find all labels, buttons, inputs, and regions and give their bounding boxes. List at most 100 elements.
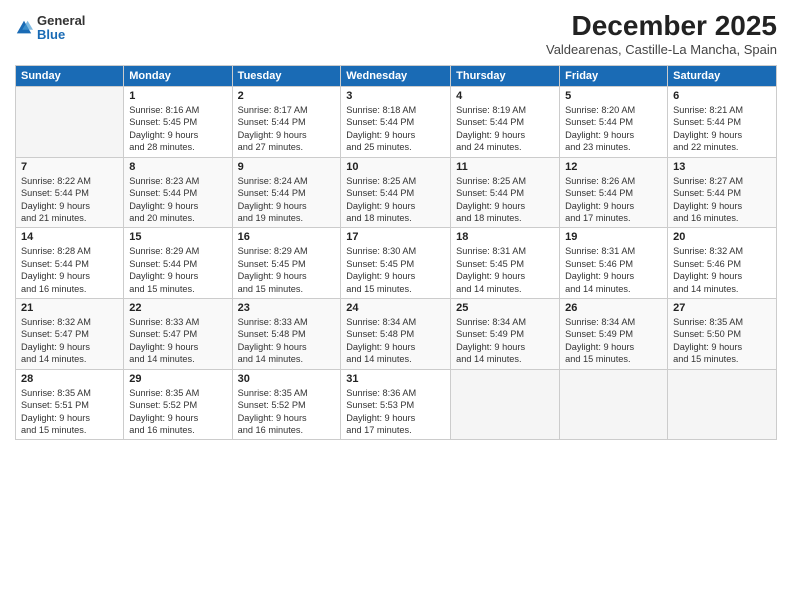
day-number: 27 [673, 302, 771, 314]
calendar-cell: 29Sunrise: 8:35 AM Sunset: 5:52 PM Dayli… [124, 369, 232, 440]
header: General Blue December 2025 Valdearenas, … [15, 10, 777, 57]
day-info: Sunrise: 8:34 AM Sunset: 5:48 PM Dayligh… [346, 316, 445, 366]
calendar-cell [668, 369, 777, 440]
day-info: Sunrise: 8:34 AM Sunset: 5:49 PM Dayligh… [565, 316, 662, 366]
logo-blue: Blue [37, 28, 85, 42]
day-info: Sunrise: 8:21 AM Sunset: 5:44 PM Dayligh… [673, 104, 771, 154]
day-number: 23 [238, 302, 336, 314]
day-number: 8 [129, 161, 226, 173]
day-info: Sunrise: 8:29 AM Sunset: 5:45 PM Dayligh… [238, 245, 336, 295]
calendar-cell: 15Sunrise: 8:29 AM Sunset: 5:44 PM Dayli… [124, 228, 232, 299]
day-number: 30 [238, 373, 336, 385]
day-info: Sunrise: 8:20 AM Sunset: 5:44 PM Dayligh… [565, 104, 662, 154]
calendar-cell: 5 Sunrise: 8:20 AM Sunset: 5:44 PM Daylig… [560, 87, 668, 158]
calendar-cell: 2 Sunrise: 8:17 AM Sunset: 5:44 PM Daylig… [232, 87, 341, 158]
calendar-cell: 4Sunrise: 8:19 AM Sunset: 5:44 PM Daylig… [451, 87, 560, 158]
calendar-cell [451, 369, 560, 440]
day-info: Sunrise: 8:26 AM Sunset: 5:44 PM Dayligh… [565, 175, 662, 225]
calendar-table: SundayMondayTuesdayWednesdayThursdayFrid… [15, 65, 777, 440]
calendar-cell [560, 369, 668, 440]
day-info: Sunrise: 8:33 AM Sunset: 5:48 PM Dayligh… [238, 316, 336, 366]
day-number: 22 [129, 302, 226, 314]
day-number: 11 [456, 161, 554, 173]
calendar-cell: 28 Sunrise: 8:35 AM Sunset: 5:51 PM Dayli… [16, 369, 124, 440]
calendar-cell: 6Sunrise: 8:21 AM Sunset: 5:44 PM Daylig… [668, 87, 777, 158]
day-number: 24 [346, 302, 445, 314]
day-number: 20 [673, 231, 771, 243]
day-info: Sunrise: 8:32 AM Sunset: 5:46 PM Dayligh… [673, 245, 771, 295]
calendar-cell: 18Sunrise: 8:31 AM Sunset: 5:45 PM Dayli… [451, 228, 560, 299]
day-number: 1 [129, 90, 226, 102]
day-number: 9 [238, 161, 336, 173]
day-info: Sunrise: 8:17 AM Sunset: 5:44 PM Dayligh… [238, 104, 336, 154]
main-title: December 2025 [546, 10, 777, 42]
calendar-cell: 24 Sunrise: 8:34 AM Sunset: 5:48 PM Dayli… [341, 299, 451, 370]
calendar-cell: 11 Sunrise: 8:25 AM Sunset: 5:44 PM Dayli… [451, 157, 560, 228]
calendar-week-4: 21 Sunrise: 8:32 AM Sunset: 5:47 PM Dayli… [16, 299, 777, 370]
calendar-cell: 27 Sunrise: 8:35 AM Sunset: 5:50 PM Dayli… [668, 299, 777, 370]
calendar-week-2: 7Sunrise: 8:22 AM Sunset: 5:44 PM Daylig… [16, 157, 777, 228]
calendar-cell: 16 Sunrise: 8:29 AM Sunset: 5:45 PM Dayli… [232, 228, 341, 299]
day-number: 5 [565, 90, 662, 102]
day-info: Sunrise: 8:23 AM Sunset: 5:44 PM Dayligh… [129, 175, 226, 225]
day-info: Sunrise: 8:36 AM Sunset: 5:53 PM Dayligh… [346, 387, 445, 437]
logo-general: General [37, 14, 85, 28]
calendar-cell [16, 87, 124, 158]
day-info: Sunrise: 8:35 AM Sunset: 5:50 PM Dayligh… [673, 316, 771, 366]
header-cell-monday: Monday [124, 66, 232, 87]
calendar-cell: 30 Sunrise: 8:35 AM Sunset: 5:52 PM Dayli… [232, 369, 341, 440]
day-info: Sunrise: 8:30 AM Sunset: 5:45 PM Dayligh… [346, 245, 445, 295]
day-info: Sunrise: 8:33 AM Sunset: 5:47 PM Dayligh… [129, 316, 226, 366]
calendar-cell: 31Sunrise: 8:36 AM Sunset: 5:53 PM Dayli… [341, 369, 451, 440]
header-cell-sunday: Sunday [16, 66, 124, 87]
day-info: Sunrise: 8:32 AM Sunset: 5:47 PM Dayligh… [21, 316, 118, 366]
page: General Blue December 2025 Valdearenas, … [0, 0, 792, 612]
calendar-cell: 8 Sunrise: 8:23 AM Sunset: 5:44 PM Daylig… [124, 157, 232, 228]
calendar-cell: 23 Sunrise: 8:33 AM Sunset: 5:48 PM Dayli… [232, 299, 341, 370]
calendar-cell: 17 Sunrise: 8:30 AM Sunset: 5:45 PM Dayli… [341, 228, 451, 299]
calendar-cell: 14 Sunrise: 8:28 AM Sunset: 5:44 PM Dayli… [16, 228, 124, 299]
day-info: Sunrise: 8:25 AM Sunset: 5:44 PM Dayligh… [456, 175, 554, 225]
header-cell-tuesday: Tuesday [232, 66, 341, 87]
header-row: SundayMondayTuesdayWednesdayThursdayFrid… [16, 66, 777, 87]
subtitle: Valdearenas, Castille-La Mancha, Spain [546, 42, 777, 57]
day-info: Sunrise: 8:31 AM Sunset: 5:45 PM Dayligh… [456, 245, 554, 295]
day-number: 10 [346, 161, 445, 173]
day-info: Sunrise: 8:34 AM Sunset: 5:49 PM Dayligh… [456, 316, 554, 366]
day-number: 29 [129, 373, 226, 385]
day-number: 21 [21, 302, 118, 314]
day-info: Sunrise: 8:35 AM Sunset: 5:51 PM Dayligh… [21, 387, 118, 437]
day-info: Sunrise: 8:24 AM Sunset: 5:44 PM Dayligh… [238, 175, 336, 225]
calendar-cell: 12 Sunrise: 8:26 AM Sunset: 5:44 PM Dayli… [560, 157, 668, 228]
header-cell-friday: Friday [560, 66, 668, 87]
day-number: 12 [565, 161, 662, 173]
day-number: 2 [238, 90, 336, 102]
day-number: 19 [565, 231, 662, 243]
calendar-cell: 25 Sunrise: 8:34 AM Sunset: 5:49 PM Dayli… [451, 299, 560, 370]
day-info: Sunrise: 8:31 AM Sunset: 5:46 PM Dayligh… [565, 245, 662, 295]
day-number: 7 [21, 161, 118, 173]
day-info: Sunrise: 8:28 AM Sunset: 5:44 PM Dayligh… [21, 245, 118, 295]
day-number: 4 [456, 90, 554, 102]
calendar-cell: 1 Sunrise: 8:16 AM Sunset: 5:45 PM Daylig… [124, 87, 232, 158]
day-info: Sunrise: 8:27 AM Sunset: 5:44 PM Dayligh… [673, 175, 771, 225]
calendar-cell: 19 Sunrise: 8:31 AM Sunset: 5:46 PM Dayli… [560, 228, 668, 299]
day-number: 26 [565, 302, 662, 314]
day-number: 16 [238, 231, 336, 243]
day-info: Sunrise: 8:18 AM Sunset: 5:44 PM Dayligh… [346, 104, 445, 154]
day-info: Sunrise: 8:25 AM Sunset: 5:44 PM Dayligh… [346, 175, 445, 225]
title-block: December 2025 Valdearenas, Castille-La M… [546, 10, 777, 57]
calendar-header: SundayMondayTuesdayWednesdayThursdayFrid… [16, 66, 777, 87]
calendar-week-1: 1 Sunrise: 8:16 AM Sunset: 5:45 PM Daylig… [16, 87, 777, 158]
day-info: Sunrise: 8:16 AM Sunset: 5:45 PM Dayligh… [129, 104, 226, 154]
day-number: 3 [346, 90, 445, 102]
day-number: 17 [346, 231, 445, 243]
calendar-cell: 9 Sunrise: 8:24 AM Sunset: 5:44 PM Daylig… [232, 157, 341, 228]
day-number: 25 [456, 302, 554, 314]
day-number: 28 [21, 373, 118, 385]
day-info: Sunrise: 8:35 AM Sunset: 5:52 PM Dayligh… [238, 387, 336, 437]
day-number: 13 [673, 161, 771, 173]
day-number: 14 [21, 231, 118, 243]
calendar-cell: 10 Sunrise: 8:25 AM Sunset: 5:44 PM Dayli… [341, 157, 451, 228]
logo: General Blue [15, 14, 85, 43]
